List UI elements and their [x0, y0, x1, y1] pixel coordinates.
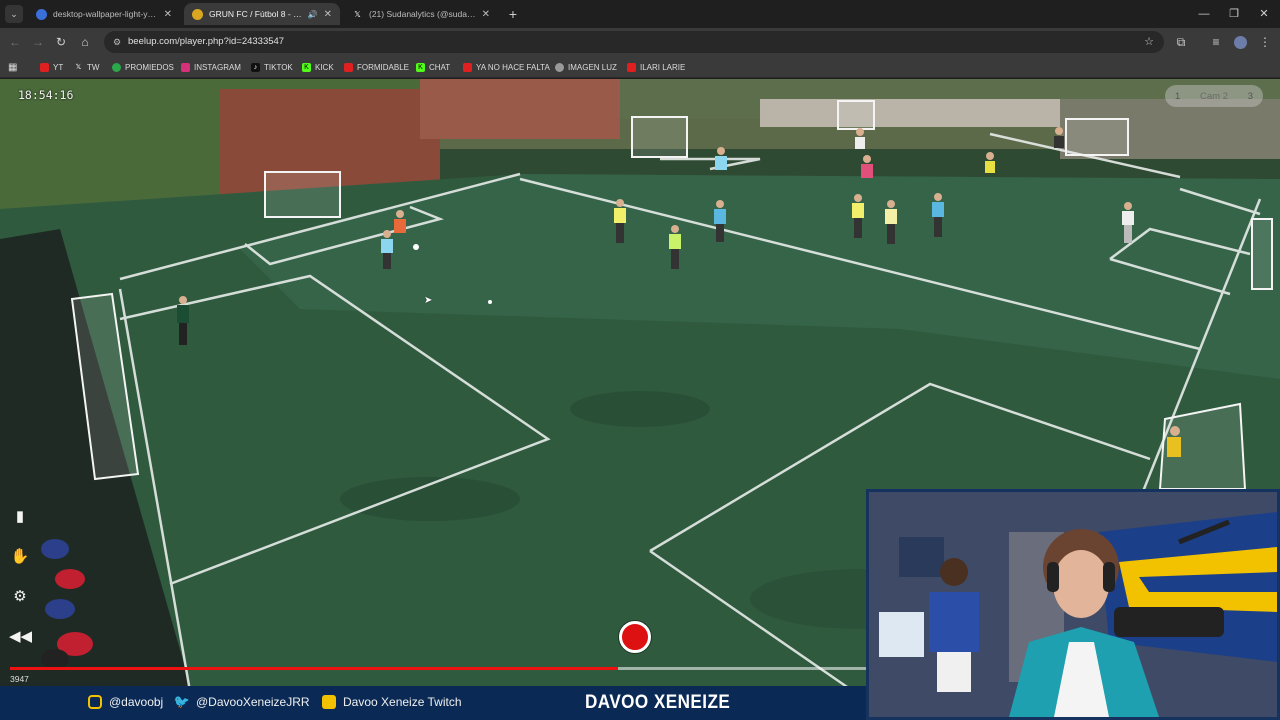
minimize-button[interactable]: —	[1188, 0, 1220, 28]
bookmark-tiktok[interactable]: ♪ TIKTOK	[251, 60, 293, 74]
frame-counter: 3947	[10, 674, 29, 684]
social-twitch: Davoo Xeneize Twitch	[322, 695, 462, 709]
gear-icon[interactable]: ⚙	[9, 586, 31, 608]
camera-icon[interactable]: ▮	[9, 506, 31, 528]
video-progress-fill	[10, 667, 618, 670]
close-icon[interactable]: ✕	[164, 9, 172, 20]
new-tab-button[interactable]: +	[504, 5, 522, 23]
tab-wallpaper[interactable]: desktop-wallpaper-light-yellow... ✕	[28, 3, 180, 25]
bookmark-chat[interactable]: K CHAT	[416, 60, 450, 74]
x-logo-icon: 𝕏	[75, 63, 82, 71]
camera-prev-button[interactable]: 1	[1175, 91, 1180, 102]
mouse-cursor-icon: ➤	[424, 295, 433, 306]
forward-button[interactable]: →	[29, 33, 47, 51]
tab-title: (21) Sudanalytics (@sudanalyti...	[369, 9, 476, 19]
camera-selector[interactable]: 1 Cam 2 3	[1165, 85, 1263, 107]
globe-icon	[555, 62, 564, 72]
url-text: beelup.com/player.php?id=24333547	[128, 36, 285, 47]
video-progress-track[interactable]	[10, 667, 866, 670]
social-twitter: 🐦 @DavooXeneizeJRR	[173, 694, 310, 709]
promiedos-icon	[112, 62, 121, 72]
webcam-overlay	[866, 489, 1280, 720]
speaker-icon[interactable]: 🔊	[308, 10, 318, 19]
tab-grun-fc[interactable]: GRUN FC / Fútbol 8 - Canc... 🔊 ✕	[184, 3, 340, 25]
menu-kebab-icon[interactable]: ⋮	[1256, 33, 1274, 51]
bookmark-kick[interactable]: K KICK	[302, 60, 334, 74]
camera-next-button[interactable]: 3	[1248, 91, 1253, 102]
hand-icon[interactable]: ✋	[9, 546, 31, 568]
apps-grid-icon[interactable]: ▦	[8, 60, 17, 74]
back-button[interactable]: ←	[6, 33, 24, 51]
bookmark-instagram[interactable]: INSTAGRAM	[181, 60, 241, 74]
browser-tab-strip: ⌄ desktop-wallpaper-light-yellow... ✕ GR…	[0, 0, 1280, 28]
youtube-icon	[463, 62, 472, 72]
extensions-icon[interactable]: ⧉	[1172, 33, 1190, 51]
bookmarks-bar: ▦ YT 𝕏 TW PROMIEDOS INSTAGRAM ♪ TIKTOK K KI…	[0, 56, 1280, 78]
kick-icon: K	[302, 62, 311, 72]
tab-title: desktop-wallpaper-light-yellow...	[53, 9, 158, 19]
bookmark-formidable[interactable]: FORMIDABLE	[344, 60, 409, 74]
close-icon[interactable]: ✕	[324, 9, 332, 20]
twitch-icon	[322, 695, 336, 709]
streamer-brand-title: DAVOO XENEIZE	[585, 692, 731, 713]
video-timestamp: 18:54:16	[18, 88, 74, 102]
tiktok-icon: ♪	[251, 62, 260, 72]
instagram-icon	[88, 695, 102, 709]
browser-toolbar: ← → ↻ ⌂ ⚙ beelup.com/player.php?id=24333…	[0, 28, 1280, 56]
camera-current-label: Cam 2	[1200, 90, 1228, 102]
youtube-icon	[627, 62, 636, 72]
x-logo-icon: 𝕏	[354, 9, 361, 19]
bookmark-yt[interactable]: YT	[40, 60, 63, 74]
rewind-icon[interactable]: ◀◀	[9, 626, 32, 648]
reload-button[interactable]: ↻	[52, 33, 70, 51]
address-bar[interactable]: ⚙ beelup.com/player.php?id=24333547 ☆	[104, 31, 1164, 53]
record-button[interactable]	[619, 621, 651, 653]
youtube-icon	[344, 62, 353, 72]
beelup-favicon-icon	[192, 8, 203, 20]
bookmark-ilari-larie[interactable]: ILARI LARIE	[627, 60, 685, 74]
bookmark-imagen-luz[interactable]: IMAGEN LUZ	[555, 60, 617, 74]
bookmark-ya-no-hace-falta[interactable]: YA NO HACE FALTA	[463, 60, 550, 74]
home-button[interactable]: ⌂	[76, 33, 94, 51]
youtube-icon	[40, 62, 49, 72]
profile-avatar[interactable]	[1231, 33, 1249, 51]
window-close-button[interactable]: ✕	[1248, 0, 1280, 28]
bookmark-tw[interactable]: 𝕏 TW	[74, 60, 100, 74]
restore-button[interactable]: ❐	[1218, 0, 1250, 28]
tab-search-button[interactable]: ⌄	[5, 5, 23, 23]
bookmark-promiedos[interactable]: PROMIEDOS	[112, 60, 174, 74]
kick-icon: K	[416, 62, 425, 72]
chevron-down-icon: ⌄	[10, 8, 18, 19]
globe-icon	[36, 8, 47, 20]
social-instagram: @davoobj	[88, 695, 163, 709]
close-icon[interactable]: ✕	[482, 9, 490, 20]
site-info-icon[interactable]: ⚙	[113, 31, 121, 53]
media-icon[interactable]: ≡	[1207, 33, 1225, 51]
bookmark-star-icon[interactable]: ☆	[1144, 31, 1154, 53]
tab-sudanalytics[interactable]: 𝕏 (21) Sudanalytics (@sudanalyti... ✕	[344, 3, 498, 25]
webcam-scene	[869, 492, 1277, 717]
twitter-icon: 🐦	[173, 694, 191, 709]
tab-title: GRUN FC / Fútbol 8 - Canc...	[209, 9, 302, 19]
instagram-icon	[181, 62, 190, 72]
